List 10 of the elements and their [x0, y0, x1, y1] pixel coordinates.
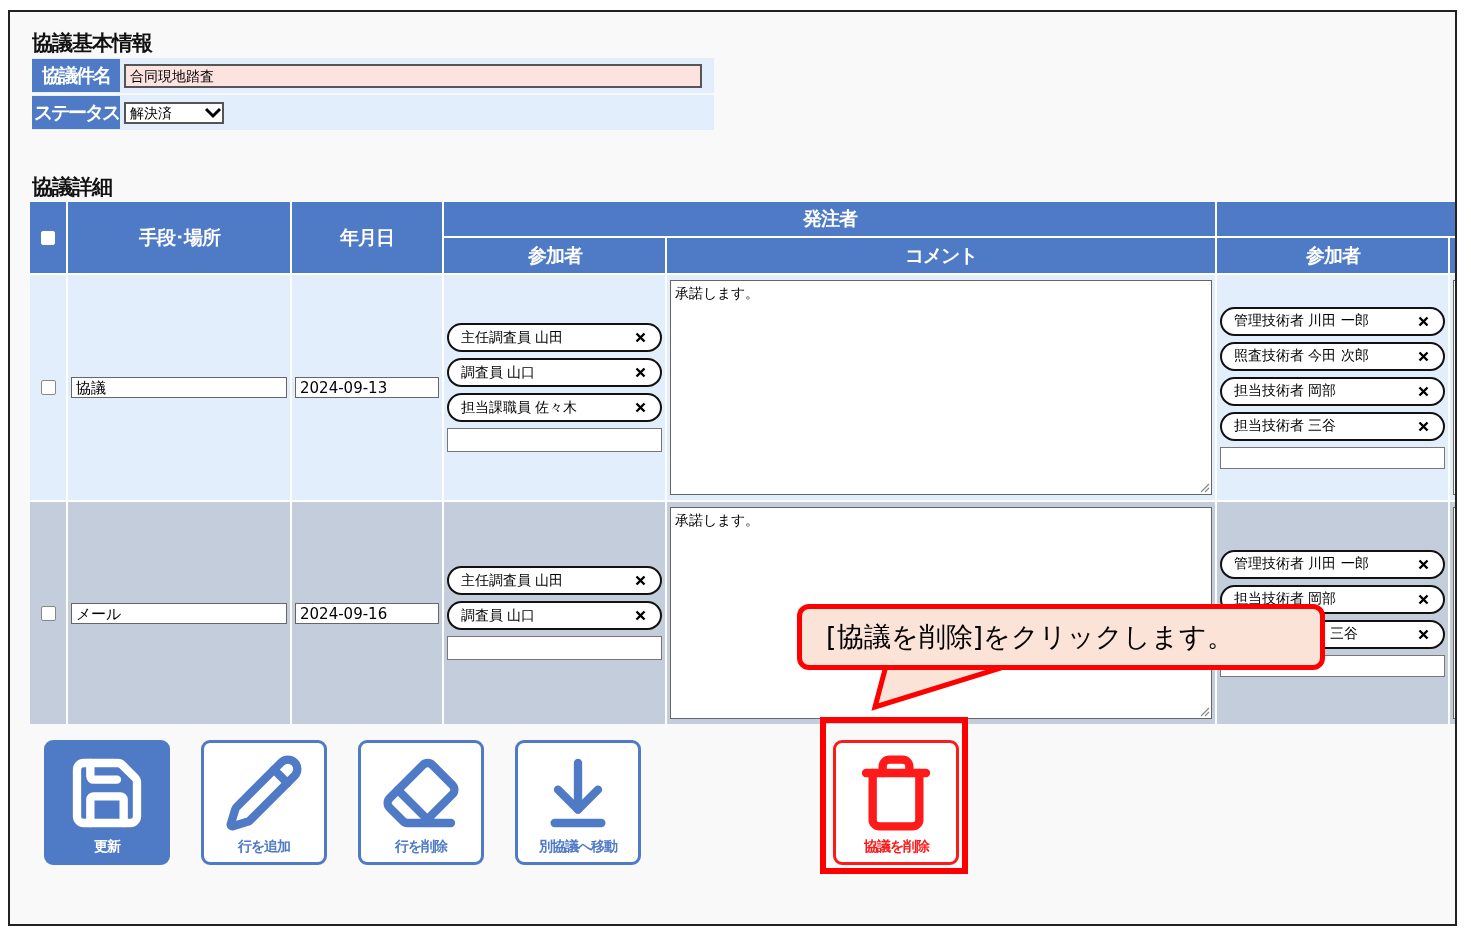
column-header: 参加者	[1217, 238, 1448, 273]
section-title: 協議基本情報	[32, 30, 154, 57]
field-label: 協議件名	[32, 59, 120, 92]
column-header: 手段･場所	[68, 202, 290, 273]
column-header: コメント	[667, 238, 1215, 273]
field-label: ステータス	[32, 96, 120, 129]
section-title: 協議詳細	[32, 174, 113, 201]
column-header: 年月日	[292, 202, 442, 273]
column-header: 参加者	[444, 238, 665, 273]
group-header: 発注者	[444, 202, 1215, 236]
